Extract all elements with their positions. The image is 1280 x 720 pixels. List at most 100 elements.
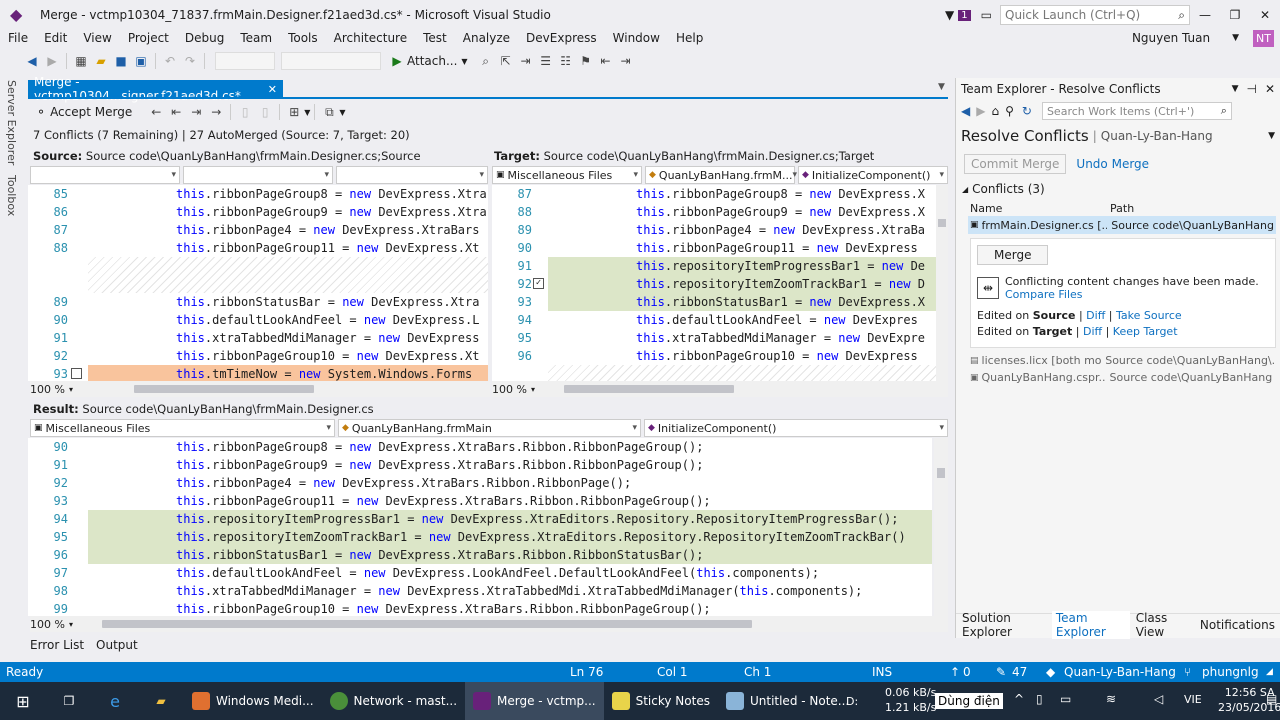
result-type-dropdown[interactable]: ◆ QuanLyBanHang.frmMain ▾ xyxy=(338,419,641,437)
connect-icon[interactable]: ⚲ xyxy=(1005,104,1014,118)
menu-architecture[interactable]: Architecture xyxy=(326,31,415,45)
chevron-down-icon[interactable]: ▼ xyxy=(304,108,310,117)
source-type-dropdown[interactable]: ▾ xyxy=(183,166,333,184)
menu-window[interactable]: Window xyxy=(605,31,668,45)
network-icon[interactable]: ▭ xyxy=(1060,692,1071,706)
quick-launch[interactable]: Quick Launch (Ctrl+Q) ⌕ xyxy=(1000,5,1190,25)
tab-solution-explorer[interactable]: Solution Explorer xyxy=(956,611,1052,639)
status-unpublished[interactable]: 0 xyxy=(963,665,971,679)
layout-icon[interactable]: ⊞ xyxy=(284,103,304,121)
keep-target-link[interactable]: Keep Target xyxy=(1113,325,1178,338)
conflicts-section[interactable]: ◢ Conflicts (3) xyxy=(956,178,1280,200)
quick-launch-input[interactable]: Quick Launch (Ctrl+Q) xyxy=(1005,8,1140,22)
chevron-down-icon[interactable]: ▾ xyxy=(69,620,73,629)
target-type-dropdown[interactable]: ◆ QuanLyBanHang.frmM... ▾ xyxy=(645,166,797,184)
diff-source-link[interactable]: Diff xyxy=(1086,309,1105,322)
column-name[interactable]: Name xyxy=(970,202,1110,215)
zoom-level[interactable]: 100 % xyxy=(30,618,65,631)
source-project-dropdown[interactable]: ▾ xyxy=(30,166,180,184)
checkbox-checked[interactable]: ✓ xyxy=(533,278,544,289)
close-icon[interactable]: ✕ xyxy=(1265,82,1275,96)
commit-merge-button[interactable]: Commit Merge xyxy=(964,154,1067,174)
chevron-down-icon[interactable]: ▼ xyxy=(339,108,345,117)
edge-icon[interactable]: e xyxy=(92,692,138,711)
status-repository[interactable]: Quan-Ly-Ban-Hang xyxy=(1064,665,1176,679)
toolbox-tab[interactable]: Toolbox xyxy=(5,175,18,216)
chevron-down-icon[interactable]: ▾ xyxy=(69,385,73,394)
work-item-search[interactable]: Search Work Items (Ctrl+') ⌕ xyxy=(1041,102,1232,120)
horizontal-scrollbar[interactable] xyxy=(102,620,752,628)
chevron-up-icon[interactable]: ^ xyxy=(1014,692,1024,706)
maximize-button[interactable]: ❐ xyxy=(1220,8,1250,22)
taskbar-item-visual-studio[interactable]: Merge - vctmp... xyxy=(465,682,604,720)
chevron-down-icon[interactable]: ▾ xyxy=(531,385,535,394)
status-pending-changes[interactable]: 47 xyxy=(1012,665,1027,679)
taskbar-item-chrome[interactable]: Network - mast... xyxy=(322,682,466,720)
start-icon[interactable]: ▶ xyxy=(387,52,407,70)
user-name[interactable]: Nguyen Tuan xyxy=(1124,31,1218,45)
collapse-icon[interactable]: ◢ xyxy=(962,185,968,194)
forward-icon[interactable]: ▶ xyxy=(42,52,62,70)
file-explorer-icon[interactable]: ▰ xyxy=(138,694,184,708)
step-icon[interactable]: ⇱ xyxy=(496,52,516,70)
menu-tools[interactable]: Tools xyxy=(280,31,326,45)
accept-merge-button[interactable]: Accept Merge xyxy=(50,105,132,119)
zoom-level[interactable]: 100 % xyxy=(492,383,527,396)
platform-dropdown[interactable] xyxy=(281,52,381,70)
menu-analyze[interactable]: Analyze xyxy=(455,31,518,45)
list-item[interactable]: ▣ frmMain.Designer.cs [... Source code\Q… xyxy=(968,216,1276,234)
take-source-link[interactable]: Take Source xyxy=(1116,309,1182,322)
merge-button[interactable]: Merge xyxy=(977,245,1049,265)
horizontal-scrollbar[interactable] xyxy=(564,385,734,393)
prev-conflict-icon[interactable]: ← xyxy=(146,103,166,121)
task-view-icon[interactable]: ❐ xyxy=(46,694,92,708)
last-conflict-icon[interactable]: ⇥ xyxy=(186,103,206,121)
zoom-level[interactable]: 100 % xyxy=(30,383,65,396)
document-tab[interactable]: Merge - vctmp10304...signer.f21aed3d.cs*… xyxy=(28,75,283,103)
source-editor[interactable]: 85 this.ribbonPageGroup8 = new DevExpress… xyxy=(28,185,488,381)
checkbox[interactable] xyxy=(71,368,82,379)
taskbar-item-notepad[interactable]: Untitled - Note... xyxy=(718,682,857,720)
indent-icon[interactable]: ⇥ xyxy=(516,52,536,70)
config-dropdown[interactable] xyxy=(215,52,275,70)
minimize-button[interactable]: — xyxy=(1190,8,1220,22)
find-icon[interactable]: ⌕ xyxy=(476,52,496,70)
compare-files-link[interactable]: Compare Files xyxy=(1005,288,1259,301)
next-conflict-icon[interactable]: → xyxy=(206,103,226,121)
tab-team-explorer[interactable]: Team Explorer xyxy=(1051,610,1130,639)
project-name[interactable]: Quan-Ly-Ban-Hang xyxy=(1101,129,1213,143)
back-icon[interactable]: ◀ xyxy=(22,52,42,70)
status-branch[interactable]: phungnlg xyxy=(1202,665,1259,679)
save-icon[interactable]: ■ xyxy=(111,52,131,70)
close-button[interactable]: ✕ xyxy=(1250,8,1280,22)
take-left-icon[interactable]: ▯ xyxy=(235,103,255,121)
horizontal-scrollbar[interactable] xyxy=(134,385,314,393)
menu-team[interactable]: Team xyxy=(232,31,280,45)
tab-class-view[interactable]: Class View xyxy=(1130,611,1194,639)
chevron-down-icon[interactable]: ▼ xyxy=(461,57,467,66)
first-conflict-icon[interactable]: ⇤ xyxy=(166,103,186,121)
diff-target-link[interactable]: Diff xyxy=(1083,325,1102,338)
menu-debug[interactable]: Debug xyxy=(177,31,232,45)
attach-button[interactable]: Attach... xyxy=(407,54,457,68)
redo-icon[interactable]: ↷ xyxy=(180,52,200,70)
branch-icon[interactable]: ⑂ xyxy=(1184,665,1191,679)
compare-icon[interactable]: ⧉ xyxy=(319,103,339,121)
notification-badge[interactable]: 1 xyxy=(958,9,971,21)
repo-icon[interactable]: ◆ xyxy=(1046,665,1055,679)
menu-file[interactable]: File xyxy=(0,31,36,45)
tab-notifications[interactable]: Notifications xyxy=(1194,618,1280,632)
battery-icon[interactable]: ▯ xyxy=(1036,692,1043,706)
server-explorer-tab[interactable]: Server Explorer xyxy=(5,80,18,165)
windows-start-icon[interactable]: ⊞ xyxy=(0,692,46,711)
bookmark-icon[interactable]: ⚑ xyxy=(576,52,596,70)
refresh-icon[interactable]: ↻ xyxy=(1022,104,1032,118)
menu-devexpress[interactable]: DevExpress xyxy=(518,31,605,45)
target-editor[interactable]: 87 this.ribbonPageGroup8 = new DevExpress… xyxy=(492,185,936,381)
input-language[interactable]: VIE xyxy=(1184,693,1202,706)
vertical-scrollbar[interactable] xyxy=(936,185,948,381)
tab-overflow-icon[interactable]: ▼ xyxy=(938,82,945,92)
bookmark-prev-icon[interactable]: ⇤ xyxy=(596,52,616,70)
power-status[interactable]: Dùng điện xyxy=(935,693,1003,709)
volume-icon[interactable]: ◁ xyxy=(1154,692,1163,706)
